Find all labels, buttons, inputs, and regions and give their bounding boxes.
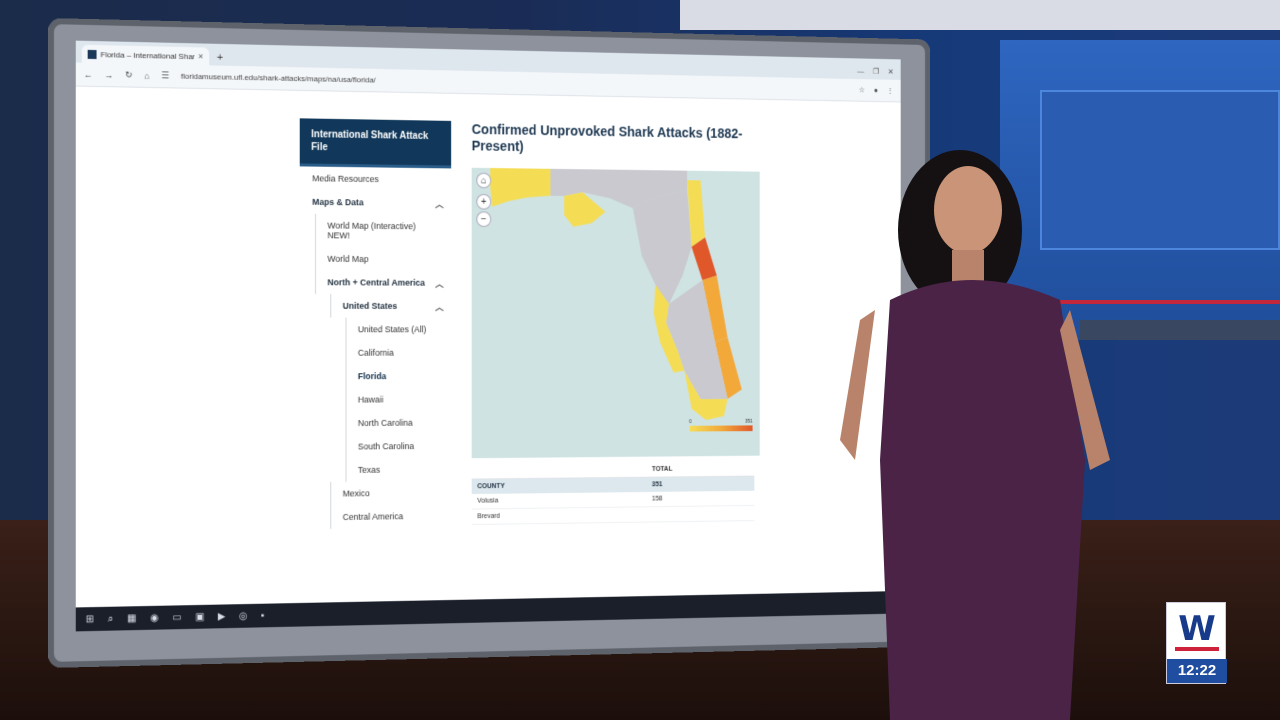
table-row[interactable]: Brevard — [472, 506, 755, 525]
station-logo: W 12:22 — [1166, 602, 1226, 684]
chevron-up-icon: ︿ — [435, 197, 443, 210]
menu-kebab-icon[interactable]: ⋮ — [887, 86, 894, 95]
zoom-in-button[interactable]: + — [477, 195, 490, 209]
browser-window: Florida – International Shark At × + — ❐… — [76, 41, 901, 632]
presenter-face — [934, 166, 1002, 254]
north-interior[interactable] — [633, 189, 692, 309]
restore-icon[interactable]: ❐ — [873, 67, 879, 76]
reload-icon[interactable]: ↻ — [125, 70, 132, 81]
tab-title: Florida – International Shark At — [101, 50, 195, 61]
sidebar-item-california[interactable]: California — [346, 341, 452, 364]
county-name: Volusia — [477, 496, 652, 505]
search-icon[interactable]: ⌕ — [108, 613, 114, 624]
main-content: Confirmed Unprovoked Shark Attacks (1882… — [472, 121, 772, 525]
sidebar-header[interactable]: International Shark Attack File — [300, 118, 451, 168]
presenter-figure — [820, 140, 1120, 720]
sidebar-item-world-map[interactable]: World Map — [315, 247, 451, 271]
county-table: TOTAL COUNTY 351 Volusia 158 Brevard — [472, 461, 755, 525]
florida-map-svg — [472, 168, 760, 458]
bookmark-star-icon[interactable]: ☆ — [859, 86, 865, 95]
sidebar-item-mexico[interactable]: Mexico — [330, 481, 451, 506]
file-explorer-icon[interactable]: ▭ — [172, 612, 181, 623]
sidebar-item-label: North + Central America — [327, 277, 424, 287]
sidebar-item-label: United States — [343, 301, 397, 311]
logo-stripe — [1175, 647, 1219, 651]
page-title: Confirmed Unprovoked Shark Attacks (1882… — [472, 121, 772, 158]
forward-icon[interactable]: → — [104, 70, 113, 80]
home-icon[interactable]: ⌂ — [144, 70, 149, 80]
sidebar-nav: International Shark Attack File Media Re… — [300, 118, 451, 529]
sidebar-item-world-map-interactive[interactable]: World Map (Interactive) NEW! — [315, 214, 451, 248]
presenter-silhouette — [820, 140, 1120, 720]
site-info-icon[interactable]: ☰ — [161, 70, 169, 81]
minimize-icon[interactable]: — — [857, 67, 864, 76]
color-legend — [690, 425, 753, 431]
close-window-icon[interactable]: ✕ — [888, 68, 894, 77]
logo-letter: W — [1167, 609, 1227, 649]
sidebar-item-north-carolina[interactable]: North Carolina — [346, 411, 452, 435]
sidebar-item-texas[interactable]: Texas — [346, 457, 452, 481]
back-icon[interactable]: ← — [84, 69, 93, 79]
florida-county-map[interactable]: ⌂ + − 0 351 — [472, 168, 760, 458]
profile-icon[interactable]: ● — [874, 86, 878, 95]
studio-ceiling — [680, 0, 1280, 30]
app-icon[interactable]: ▪ — [261, 610, 264, 621]
sidebar-item-florida[interactable]: Florida — [346, 364, 452, 388]
sidebar-item-label: Maps & Data — [312, 197, 363, 207]
chrome-icon[interactable]: ◎ — [239, 610, 247, 621]
big-bend-coast[interactable] — [564, 192, 605, 227]
chevron-up-icon: ︿ — [435, 277, 443, 290]
web-page: International Shark Attack File Media Re… — [76, 87, 901, 600]
zoom-out-button[interactable]: − — [477, 212, 490, 226]
edge-browser-icon[interactable]: ◉ — [150, 612, 159, 623]
sidebar-item-central-america[interactable]: Central America — [330, 504, 451, 529]
legend-max: 351 — [745, 419, 752, 425]
panhandle-west[interactable] — [490, 168, 550, 207]
browser-tab[interactable]: Florida – International Shark At × — [82, 45, 209, 66]
start-menu-icon[interactable]: ⊞ — [86, 614, 94, 625]
task-view-icon[interactable]: ▦ — [127, 613, 136, 624]
store-icon[interactable]: ▣ — [195, 611, 204, 622]
legend-min: 0 — [689, 419, 692, 425]
subheader-total: 351 — [652, 480, 742, 488]
media-icon[interactable]: ▶ — [218, 611, 225, 622]
site-favicon-icon — [88, 49, 97, 58]
windows-taskbar: ⊞ ⌕ ▦ ◉ ▭ ▣ ▶ ◎ ▪ — [76, 591, 901, 631]
county-total — [652, 510, 742, 518]
sidebar-item-maps-data[interactable]: Maps & Data ︿ — [300, 190, 451, 215]
chevron-up-icon: ︿ — [435, 300, 443, 313]
sidebar-item-united-states[interactable]: United States ︿ — [330, 294, 451, 318]
clock-readout: 12:22 — [1167, 659, 1227, 683]
county-name: Brevard — [477, 511, 652, 520]
column-total[interactable]: TOTAL — [652, 465, 742, 473]
sidebar-item-united-states-all[interactable]: United States (All) — [346, 318, 452, 341]
sidebar-item-hawaii[interactable]: Hawaii — [346, 388, 452, 412]
close-tab-icon[interactable]: × — [198, 51, 203, 61]
sidebar-item-media-resources[interactable]: Media Resources — [300, 166, 451, 191]
home-view-icon[interactable]: ⌂ — [477, 174, 490, 188]
county-total: 158 — [652, 495, 742, 503]
touchscreen-monitor: Florida – International Shark At × + — ❐… — [48, 18, 930, 668]
presenter-arm-left — [840, 310, 875, 460]
new-tab-button[interactable]: + — [217, 52, 223, 64]
presenter-dress — [880, 280, 1085, 720]
column-county[interactable]: COUNTY — [477, 481, 652, 490]
sidebar-item-south-carolina[interactable]: South Carolina — [346, 434, 452, 458]
window-controls: — ❐ ✕ — [857, 67, 901, 80]
sidebar-item-north-central-america[interactable]: North + Central America ︿ — [315, 270, 451, 294]
